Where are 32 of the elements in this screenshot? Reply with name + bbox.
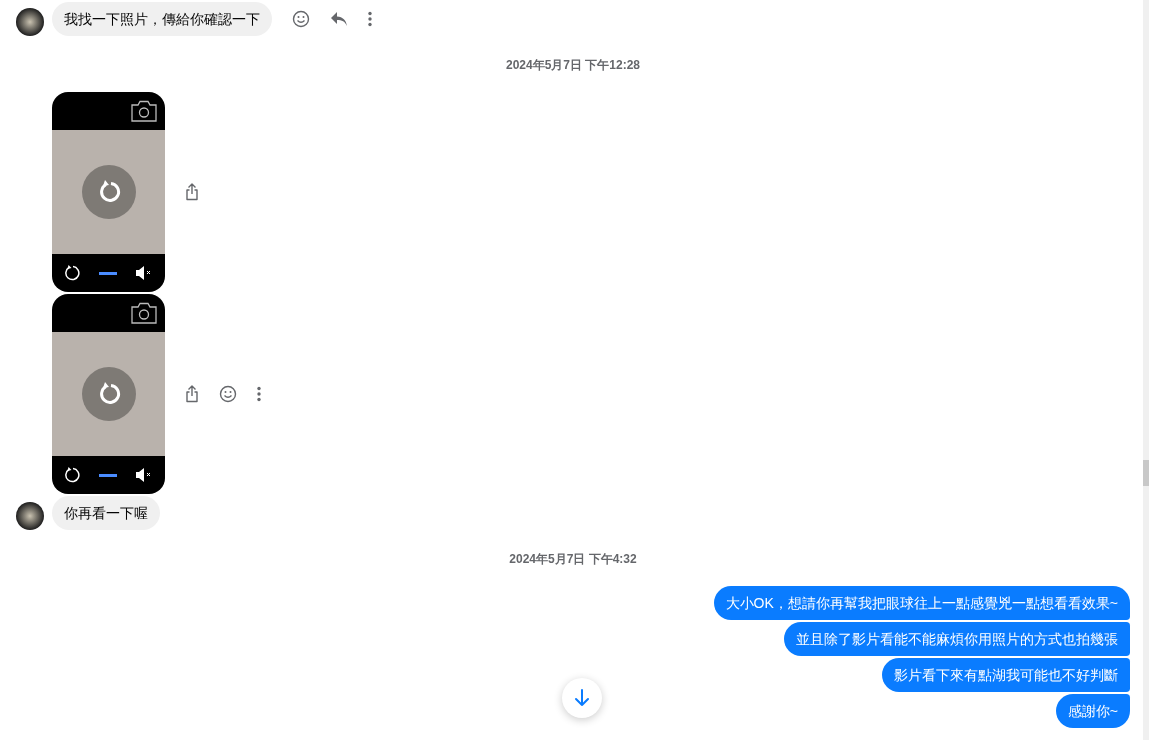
message-bubble: 大小OK，想請你再幫我把眼球往上一點感覺兇一點想看看效果~ [713,586,1130,620]
replay-button[interactable] [81,165,136,219]
muted-speaker-icon[interactable] [135,468,153,482]
progress-indicator [98,473,117,477]
message-bubble: 並且除了影片看能不能麻煩你用照片的方式也拍幾張 [784,622,1130,656]
reply-icon[interactable] [330,11,348,27]
camera-icon[interactable] [131,100,157,122]
more-icon[interactable] [257,386,261,402]
message-bubble: 影片看下來有點湖我可能也不好判斷 [882,658,1130,692]
avatar[interactable] [16,502,44,530]
smiley-icon[interactable] [219,385,237,403]
muted-speaker-icon[interactable] [135,266,153,280]
scrollbar[interactable] [1143,0,1149,740]
message-bubble: 感謝你~ [1055,694,1130,728]
camera-icon[interactable] [131,302,157,324]
arrow-down-icon [574,689,590,707]
progress-indicator [98,271,117,275]
message-bubble: 你再看一下喔 [52,496,160,530]
share-icon[interactable] [185,183,199,201]
share-icon[interactable] [185,385,199,403]
timestamp: 2024年5月7日 下午4:32 [509,551,637,568]
replay-icon[interactable] [64,467,80,483]
avatar[interactable] [16,8,44,36]
video-message[interactable] [52,92,165,292]
replay-button[interactable] [81,367,136,421]
timestamp: 2024年5月7日 下午12:28 [505,57,641,74]
more-icon[interactable] [368,11,372,27]
smiley-icon[interactable] [292,10,310,28]
video-message[interactable] [52,294,165,494]
scroll-down-button[interactable] [562,678,602,718]
message-bubble: 我找一下照片，傳給你確認一下 [52,2,272,36]
replay-icon[interactable] [64,265,80,281]
